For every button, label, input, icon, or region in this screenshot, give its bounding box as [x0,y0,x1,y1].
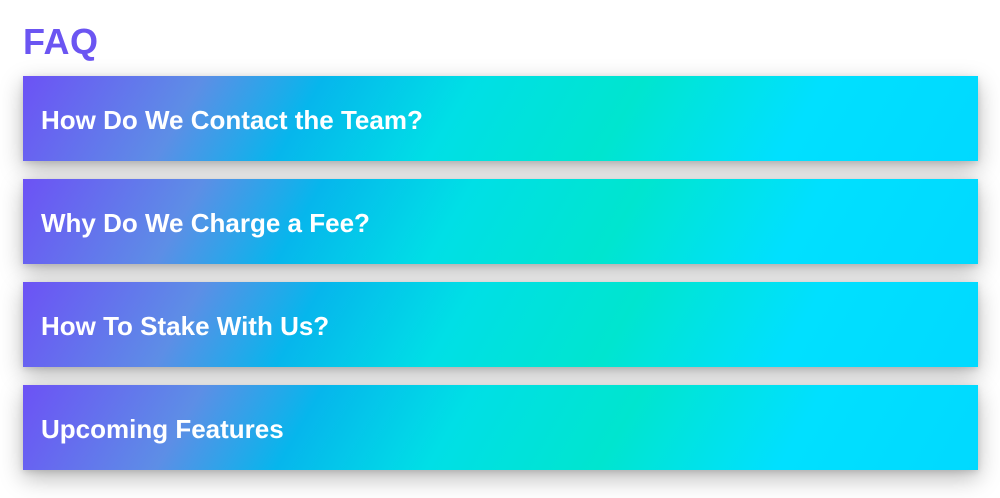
faq-question: How To Stake With Us? [41,310,330,341]
faq-item-charge-fee[interactable]: Why Do We Charge a Fee? [23,179,978,264]
faq-item-contact-team[interactable]: How Do We Contact the Team? [23,76,978,161]
faq-item-stake[interactable]: How To Stake With Us? [23,282,978,367]
faq-page: FAQ How Do We Contact the Team? Why Do W… [0,0,1000,498]
faq-question: Why Do We Charge a Fee? [41,207,370,238]
page-title: FAQ [23,21,99,62]
faq-question: Upcoming Features [41,413,284,444]
faq-list: How Do We Contact the Team? Why Do We Ch… [23,76,978,470]
faq-question: How Do We Contact the Team? [41,104,423,135]
faq-item-upcoming-features[interactable]: Upcoming Features [23,385,978,470]
